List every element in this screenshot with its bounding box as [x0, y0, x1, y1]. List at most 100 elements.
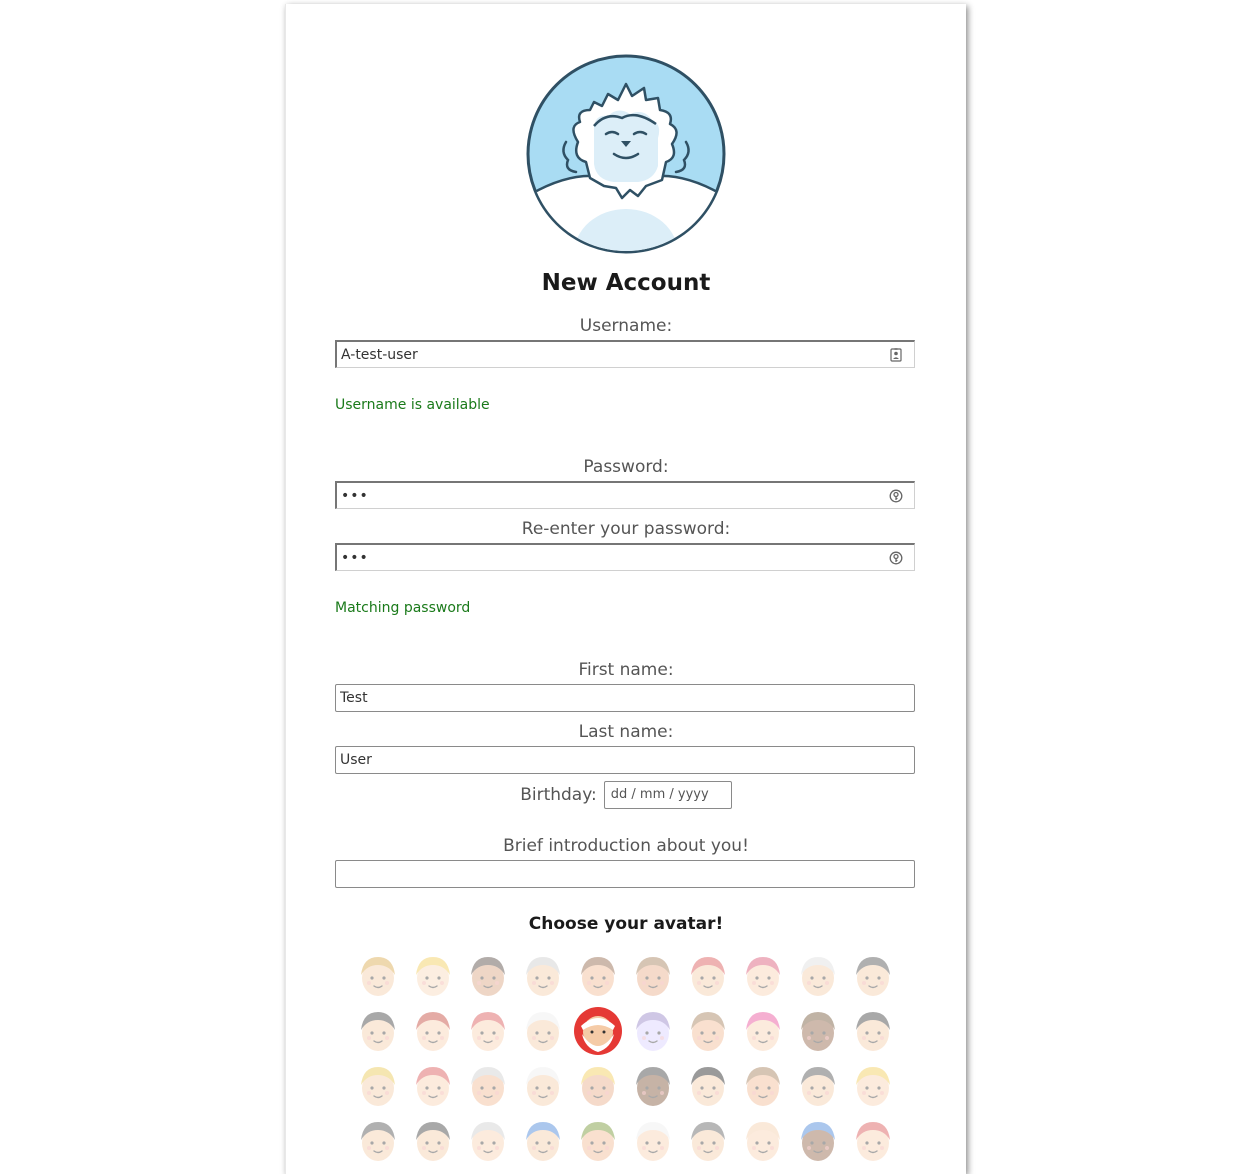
avatar-face-icon — [580, 1121, 615, 1161]
first-name-input[interactable]: Test — [335, 684, 915, 712]
avatar-curly-woman[interactable] — [625, 1058, 680, 1113]
avatar-face-icon — [415, 956, 450, 996]
avatar-face-icon — [690, 956, 725, 996]
birthday-input[interactable]: dd / mm / yyyy — [603, 781, 732, 809]
avatar-bald-man-earring[interactable] — [845, 948, 900, 1003]
avatar-turban[interactable] — [625, 1113, 680, 1168]
last-name-label: Last name: — [578, 722, 674, 742]
avatar-face-icon — [415, 1066, 450, 1106]
password-label: Password: — [583, 457, 669, 477]
password-value: ••• — [341, 488, 369, 504]
avatar-dark-skin-glasses[interactable] — [790, 1003, 845, 1058]
avatar-tribal-headdress[interactable] — [460, 1058, 515, 1113]
avatar-face-icon — [525, 1011, 560, 1051]
password-key-icon[interactable] — [889, 489, 903, 503]
avatar-face-icon — [800, 1066, 835, 1106]
avatar-face-icon — [470, 1066, 505, 1106]
avatar-face-icon — [855, 956, 890, 996]
avatar-nurse[interactable] — [515, 1058, 570, 1113]
avatar-glasses-man[interactable] — [515, 948, 570, 1003]
yeti-logo — [526, 54, 726, 254]
avatar-face-icon — [635, 1121, 670, 1161]
avatar-face-icon — [800, 1121, 835, 1161]
avatar-conical-hat[interactable] — [350, 1058, 405, 1113]
avatar-dark-hair-woman[interactable] — [845, 1003, 900, 1058]
avatar-explorer[interactable] — [570, 1113, 625, 1168]
avatar-hijab-woman[interactable] — [680, 948, 735, 1003]
avatar-face-icon — [580, 1066, 615, 1106]
contact-card-icon[interactable] — [889, 347, 903, 362]
avatar-santa[interactable] — [570, 1003, 625, 1058]
username-input[interactable]: A-test-user — [335, 340, 915, 368]
avatar-face-icon — [470, 1121, 505, 1161]
avatar-graduate[interactable] — [515, 1113, 570, 1168]
first-name-label: First name: — [578, 660, 674, 680]
avatar-redhead-woman[interactable] — [405, 1058, 460, 1113]
avatar-face-icon — [360, 1011, 395, 1051]
avatar-face-icon — [415, 1121, 450, 1161]
avatar-baby[interactable] — [735, 1113, 790, 1168]
avatar-face-icon — [580, 956, 615, 996]
avatar-face-icon — [745, 1121, 780, 1161]
avatar-bald-man-2[interactable] — [735, 1058, 790, 1113]
birthday-label: Birthday: — [520, 785, 597, 805]
avatar-bun-woman[interactable] — [460, 948, 515, 1003]
avatar-blonde[interactable] — [405, 948, 460, 1003]
avatar-geisha[interactable] — [680, 1058, 735, 1113]
avatar-face-icon — [800, 956, 835, 996]
birthday-row: Birthday: dd / mm / yyyy — [286, 781, 966, 809]
avatar-face-icon — [635, 1011, 670, 1051]
avatar-face-icon — [470, 1011, 505, 1051]
avatar-pink-haired-woman[interactable] — [735, 1003, 790, 1058]
avatar-cowboy[interactable] — [570, 948, 625, 1003]
avatar-pink-hair-girl[interactable] — [735, 948, 790, 1003]
last-name-value: User — [340, 752, 372, 768]
password-key-icon[interactable] — [889, 551, 903, 565]
avatar-mohawk-baby[interactable] — [460, 1003, 515, 1058]
avatar-face-icon — [360, 1121, 395, 1161]
avatar-face-icon — [855, 1011, 890, 1051]
avatar-face-icon — [360, 1066, 395, 1106]
avatar-face-icon — [690, 1121, 725, 1161]
avatar-cap-man[interactable] — [790, 1113, 845, 1168]
avatar-sunglasses-punk[interactable] — [405, 1003, 460, 1058]
avatar-star-hair-woman[interactable] — [790, 1058, 845, 1113]
avatar-face-icon — [525, 1066, 560, 1106]
avatar-pirate[interactable] — [350, 1003, 405, 1058]
avatar-face-icon — [573, 1006, 622, 1055]
password-confirm-label: Re-enter your password: — [521, 519, 731, 539]
avatar-bearded-man[interactable] — [625, 948, 680, 1003]
avatar-face-icon — [855, 1121, 890, 1161]
signup-card: New Account Username: A-test-user Userna… — [285, 4, 966, 1174]
avatar-pigtails-girl[interactable] — [570, 1058, 625, 1113]
first-name-value: Test — [340, 690, 368, 706]
avatar-heading: Choose your avatar! — [528, 914, 724, 934]
avatar-face-icon — [855, 1066, 890, 1106]
avatar-bald-man[interactable] — [680, 1003, 735, 1058]
avatar-face-icon — [690, 1011, 725, 1051]
avatar-face-icon — [360, 956, 395, 996]
password-input[interactable]: ••• — [335, 481, 915, 509]
avatar-goggles[interactable] — [680, 1113, 735, 1168]
avatar-face-icon — [525, 1121, 560, 1161]
password-confirm-value: ••• — [341, 550, 369, 566]
avatar-grandma-glasses[interactable] — [515, 1003, 570, 1058]
last-name-input[interactable]: User — [335, 746, 915, 774]
avatar-grid — [350, 948, 910, 1168]
password-confirm-input[interactable]: ••• — [335, 543, 915, 571]
avatar-face-icon — [745, 1011, 780, 1051]
avatar-mustache-hat[interactable] — [350, 948, 405, 1003]
page-title: New Account — [541, 270, 711, 296]
avatar-face-icon — [525, 956, 560, 996]
avatar-nun[interactable] — [350, 1113, 405, 1168]
avatar-blonde-glasses[interactable] — [845, 1058, 900, 1113]
avatar-red-cap[interactable] — [845, 1113, 900, 1168]
avatar-face-icon — [690, 1066, 725, 1106]
username-status: Username is available — [335, 397, 490, 413]
avatar-face-icon — [745, 956, 780, 996]
avatar-old-man-beard[interactable] — [790, 948, 845, 1003]
avatar-ninja[interactable] — [405, 1113, 460, 1168]
avatar-headphones-sunglasses[interactable] — [460, 1113, 515, 1168]
avatar-purple-hair-woman[interactable] — [625, 1003, 680, 1058]
intro-input[interactable] — [335, 860, 915, 888]
